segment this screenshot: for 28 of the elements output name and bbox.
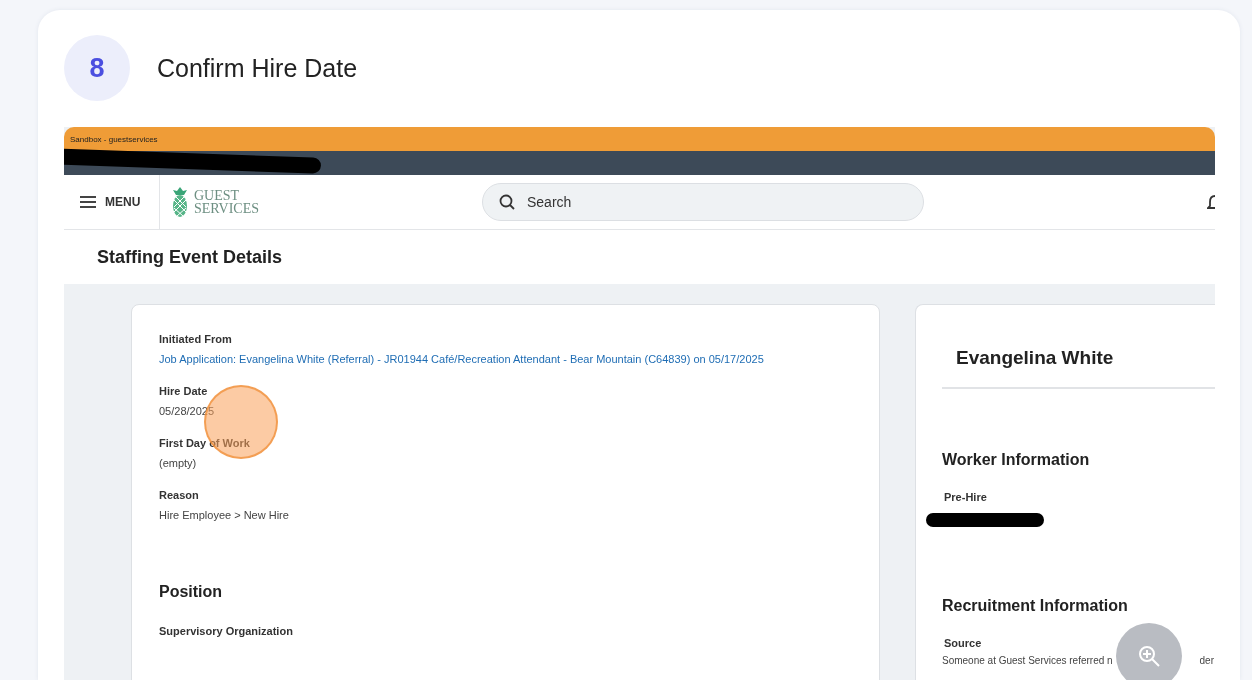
field-label: Reason <box>159 489 200 501</box>
field-value: der <box>1199 655 1214 666</box>
menu-icon <box>80 196 96 208</box>
field-label: Initiated From <box>159 333 233 345</box>
field-label: Hire Date <box>159 385 209 397</box>
field-value: Hire Employee > New Hire <box>159 509 290 521</box>
section-heading: Position <box>159 583 224 601</box>
application-link[interactable]: Job Application: Evangelina White (Referral) - JR01944 Café/Recreation Attendant - Bear Mountain (C64839) on 05/17/2025 <box>159 353 852 365</box>
field-label: Source <box>944 637 983 649</box>
section-heading: Worker Information <box>942 451 1091 469</box>
environment-banner: Sandbox - guestservices <box>64 127 1215 151</box>
worker-status: Pre-Hire <box>944 491 988 503</box>
field-value: Someone at Guest Services referred n <box>942 655 1113 666</box>
search-icon <box>499 194 515 210</box>
logo-text: GUEST SERVICES <box>194 189 259 215</box>
worker-name: Evangelina White <box>942 335 1215 389</box>
step-number: 8 <box>64 35 130 101</box>
field-label: Supervisory Organization <box>159 625 294 637</box>
section-heading: Recruitment Information <box>942 597 1129 615</box>
pineapple-logo-icon <box>172 187 188 217</box>
step-title: Confirm Hire Date <box>157 53 358 83</box>
menu-button[interactable]: MENU <box>64 175 160 229</box>
search-field[interactable]: Search <box>482 183 924 221</box>
bell-icon[interactable] <box>1207 193 1215 211</box>
zoom-in-icon <box>1137 644 1161 668</box>
field-label: First Day of Work <box>159 437 251 449</box>
field-value: (empty) <box>159 457 198 469</box>
page-title: Staffing Event Details <box>64 230 1215 284</box>
